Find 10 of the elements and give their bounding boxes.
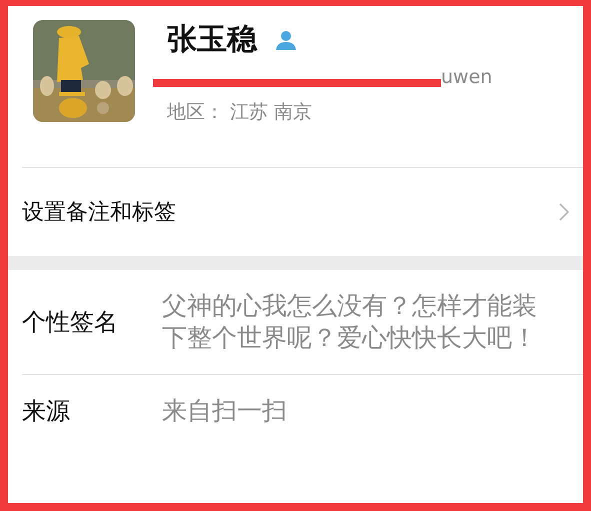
field-value: 父神的心我怎么没有？怎样才能装下整个世界呢？爱心快快长大吧！ [162,290,538,354]
region-text: 地区： 江苏 南京 [167,100,314,125]
contact-name: 张玉稳 [167,21,257,59]
wechat-id: uwen [441,65,492,90]
field-label: 来源 [22,396,71,427]
remark-tags-row[interactable]: 设置备注和标签 [8,168,583,256]
field-value: 来自扫一扫 [162,395,288,427]
chevron-icon [559,203,569,221]
person-icon [275,29,297,51]
field-label: 个性签名 [22,307,119,338]
